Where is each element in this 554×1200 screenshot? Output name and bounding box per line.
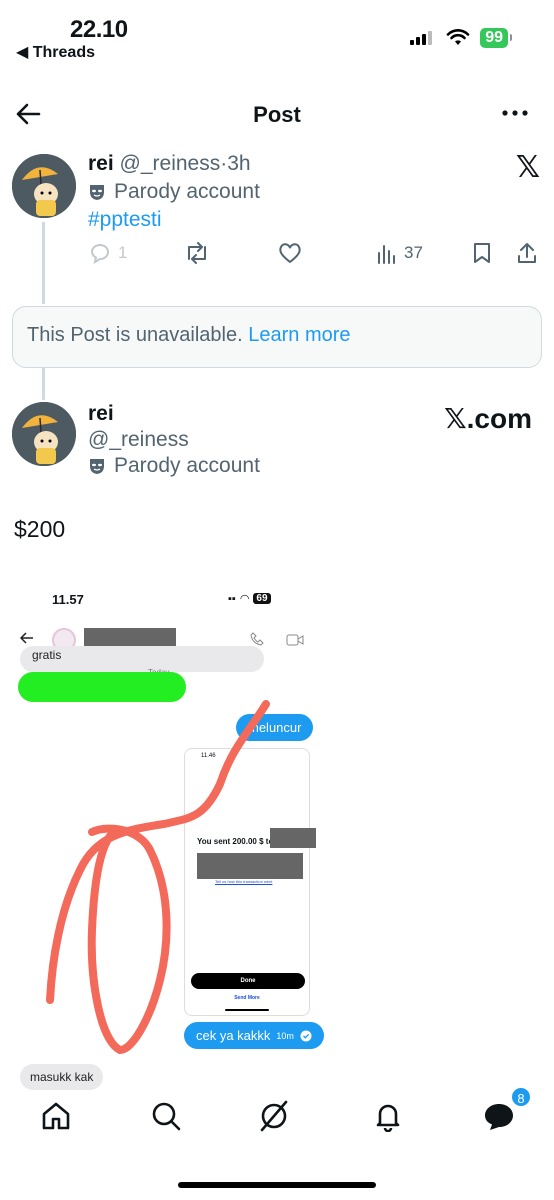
thread-connector bbox=[42, 222, 45, 304]
views-button[interactable]: 37 bbox=[376, 242, 423, 264]
tab-search[interactable] bbox=[150, 1100, 182, 1137]
parody-mask-icon bbox=[90, 459, 104, 474]
messages-icon bbox=[485, 1104, 513, 1130]
repost-button[interactable] bbox=[184, 242, 210, 264]
avatar[interactable] bbox=[12, 154, 76, 218]
author-handle[interactable]: @_reiness bbox=[88, 428, 189, 452]
post-header: Post bbox=[0, 92, 554, 138]
parody-text: Parody account bbox=[114, 180, 260, 203]
bookmark-button[interactable] bbox=[472, 242, 492, 264]
post-text: $200 bbox=[14, 516, 66, 542]
page-title: Post bbox=[253, 102, 301, 127]
learn-more-link[interactable]: Learn more bbox=[248, 324, 350, 346]
post-age: 3h bbox=[227, 152, 251, 175]
home-indicator bbox=[178, 1182, 376, 1188]
tab-home[interactable] bbox=[40, 1100, 72, 1137]
attached-screenshot[interactable]: 11.57 ▪▪ ◠ 69 gratis Today meluncur 11.4… bbox=[0, 580, 554, 1090]
source-label: 𝕏.com bbox=[444, 403, 532, 434]
unavailable-text: This Post is unavailable. bbox=[27, 324, 243, 346]
bookmark-icon bbox=[474, 243, 490, 263]
wifi-icon bbox=[446, 29, 470, 45]
unavailable-notice: This Post is unavailable. Learn more bbox=[12, 306, 542, 368]
thread-connector bbox=[42, 368, 45, 400]
parody-text: Parody account bbox=[114, 454, 260, 477]
views-icon bbox=[378, 245, 395, 264]
parody-label: Parody account bbox=[88, 180, 260, 204]
avatar-illustration bbox=[12, 402, 76, 466]
author-handle[interactable]: @_reiness bbox=[120, 152, 221, 175]
messages-badge: 8 bbox=[510, 1086, 532, 1108]
tab-grok[interactable] bbox=[258, 1100, 290, 1137]
parody-label: Parody account bbox=[88, 454, 260, 478]
bell-icon bbox=[376, 1104, 400, 1133]
hashtag-link[interactable]: #pptesti bbox=[88, 208, 162, 232]
post-actions: 1 37 bbox=[88, 242, 542, 274]
reply-count: 1 bbox=[118, 243, 128, 262]
status-time: 22.10 bbox=[70, 16, 128, 43]
post-author-line: rei @_reiness·3h bbox=[88, 152, 251, 176]
heart-icon bbox=[279, 243, 301, 263]
signal-icon bbox=[410, 31, 433, 45]
grok-icon bbox=[260, 1100, 288, 1132]
status-icons: 99 bbox=[410, 28, 512, 48]
avatar-illustration bbox=[12, 154, 76, 218]
reply-icon bbox=[90, 244, 109, 264]
author-name[interactable]: rei bbox=[88, 152, 114, 175]
like-button[interactable] bbox=[278, 242, 302, 264]
bottom-tab-bar: 8 bbox=[0, 1086, 554, 1148]
avatar[interactable] bbox=[12, 402, 76, 466]
red-scribble-annotation bbox=[46, 700, 270, 1054]
share-button[interactable] bbox=[516, 242, 538, 264]
parody-mask-icon bbox=[90, 185, 104, 200]
battery-indicator: 99 bbox=[480, 28, 512, 48]
more-options-icon[interactable] bbox=[502, 110, 528, 116]
reply-button[interactable]: 1 bbox=[88, 242, 127, 264]
search-icon bbox=[152, 1102, 181, 1131]
share-icon bbox=[518, 243, 536, 263]
back-to-threads-link[interactable]: ◀ Threads bbox=[16, 42, 95, 62]
author-name[interactable]: rei bbox=[88, 402, 114, 426]
home-icon bbox=[42, 1102, 70, 1130]
tab-messages[interactable]: 8 bbox=[482, 1086, 532, 1137]
views-count: 37 bbox=[404, 243, 423, 262]
x-logo-icon: 𝕏 bbox=[515, 151, 540, 184]
tab-notifications[interactable] bbox=[372, 1100, 404, 1137]
repost-icon bbox=[188, 242, 206, 264]
